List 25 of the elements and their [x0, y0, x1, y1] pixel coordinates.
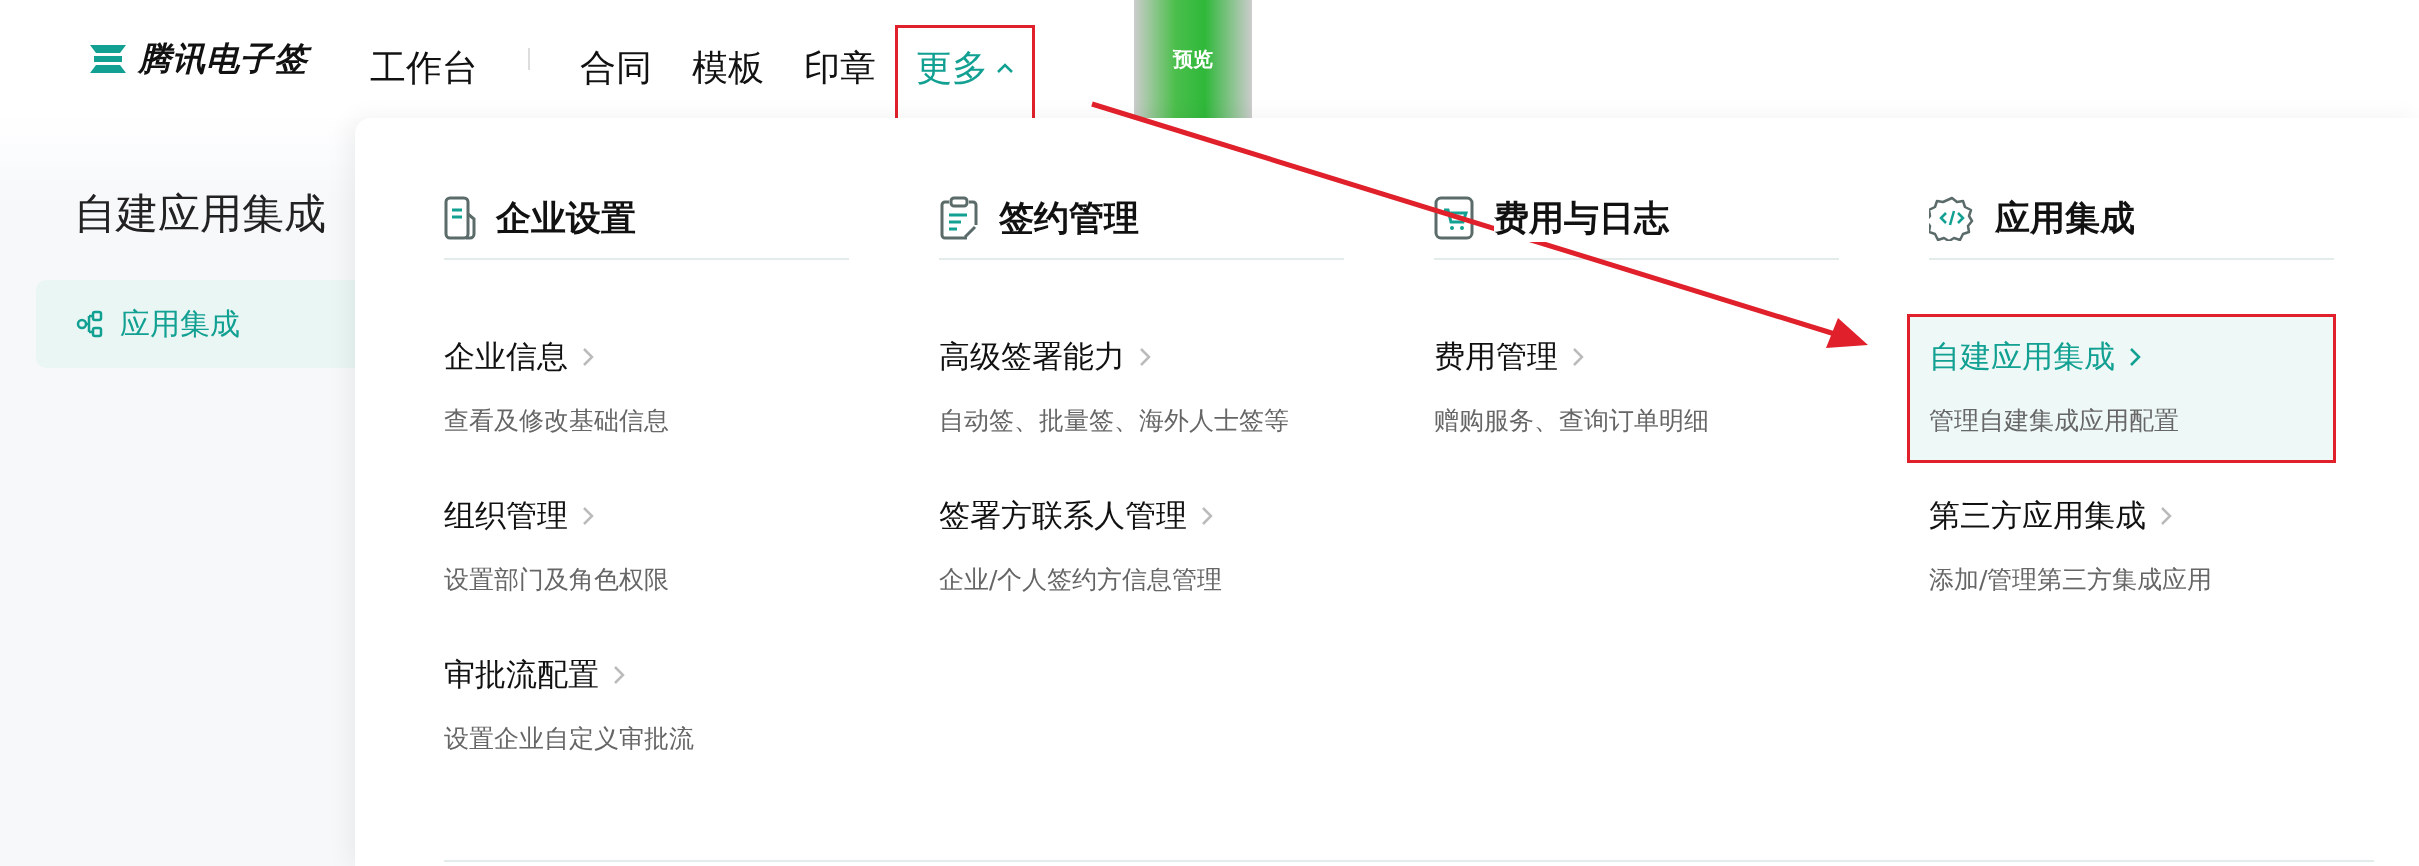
preview-badge: 预览: [1134, 0, 1252, 118]
menu-item[interactable]: 企业信息 查看及修改基础信息: [424, 316, 849, 461]
menu-item[interactable]: 签署方联系人管理 企业/个人签约方信息管理: [919, 475, 1344, 620]
menu-item[interactable]: 审批流配置 设置企业自定义审批流: [424, 634, 849, 779]
chevron-right-icon: [613, 665, 625, 685]
chevron-right-icon: [2129, 347, 2141, 367]
chevron-up-icon: [996, 62, 1014, 74]
menu-item[interactable]: 高级签署能力 自动签、批量签、海外人士签等: [919, 316, 1344, 461]
menu-item[interactable]: 第三方应用集成 添加/管理第三方集成应用: [1909, 475, 2334, 620]
cart-document-icon: [1434, 196, 1474, 240]
chevron-right-icon: [2160, 506, 2172, 526]
nodes-icon: [76, 310, 104, 338]
chevron-right-icon: [1201, 506, 1213, 526]
code-badge-icon: [1929, 195, 1975, 241]
clipboard-icon: [939, 195, 979, 241]
document-icon: [444, 196, 476, 240]
menu-item[interactable]: 组织管理 设置部门及角色权限: [424, 475, 849, 620]
chevron-right-icon: [582, 347, 594, 367]
page-title: 自建应用集成: [73, 188, 327, 240]
chevron-right-icon: [1139, 347, 1151, 367]
menu-item[interactable]: 自建应用集成 管理自建集成应用配置: [1909, 316, 2334, 461]
logo-icon: [88, 42, 128, 76]
chevron-right-icon: [1572, 347, 1584, 367]
chevron-right-icon: [582, 506, 594, 526]
menu-item[interactable]: 费用管理 赠购服务、查询订单明细: [1414, 316, 1839, 461]
